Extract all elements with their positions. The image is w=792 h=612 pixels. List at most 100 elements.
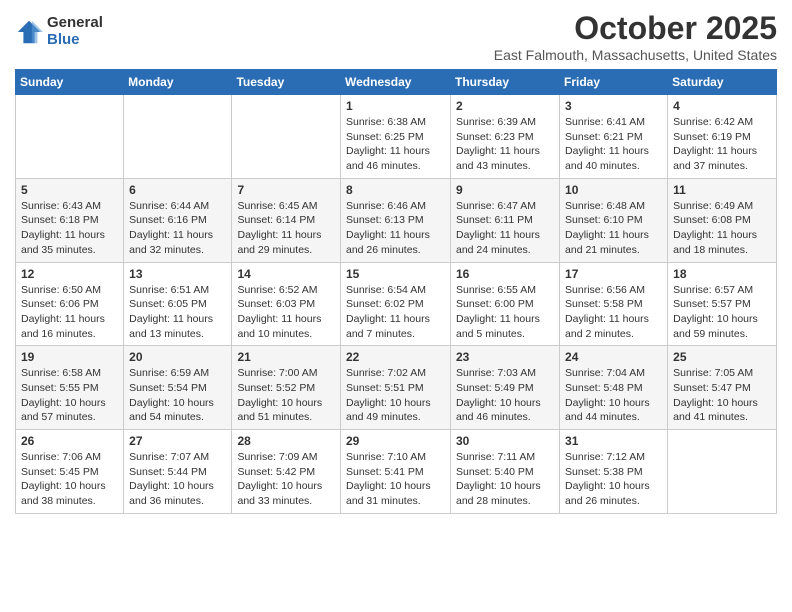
day-number: 12 xyxy=(21,267,118,281)
day-number: 31 xyxy=(565,434,662,448)
calendar-cell: 4 Sunrise: 6:42 AM Sunset: 6:19 PM Daylig… xyxy=(668,95,777,179)
day-info: Sunrise: 6:47 AM Sunset: 6:11 PM Dayligh… xyxy=(456,199,554,258)
day-number: 28 xyxy=(237,434,335,448)
day-number: 16 xyxy=(456,267,554,281)
day-number: 7 xyxy=(237,183,335,197)
day-number: 3 xyxy=(565,99,662,113)
location-text: East Falmouth, Massachusetts, United Sta… xyxy=(494,47,777,63)
day-info: Sunrise: 6:56 AM Sunset: 5:58 PM Dayligh… xyxy=(565,283,662,342)
calendar-week-row: 1 Sunrise: 6:38 AM Sunset: 6:25 PM Daylig… xyxy=(16,95,777,179)
day-info: Sunrise: 6:52 AM Sunset: 6:03 PM Dayligh… xyxy=(237,283,335,342)
calendar-cell xyxy=(16,95,124,179)
day-info: Sunrise: 7:04 AM Sunset: 5:48 PM Dayligh… xyxy=(565,366,662,425)
day-number: 26 xyxy=(21,434,118,448)
day-number: 19 xyxy=(21,350,118,364)
day-info: Sunrise: 7:10 AM Sunset: 5:41 PM Dayligh… xyxy=(346,450,445,509)
day-number: 27 xyxy=(129,434,226,448)
calendar-cell: 27 Sunrise: 7:07 AM Sunset: 5:44 PM Dayli… xyxy=(124,430,232,514)
calendar-week-row: 26 Sunrise: 7:06 AM Sunset: 5:45 PM Dayli… xyxy=(16,430,777,514)
day-info: Sunrise: 7:07 AM Sunset: 5:44 PM Dayligh… xyxy=(129,450,226,509)
logo: General Blue xyxy=(15,15,103,48)
day-info: Sunrise: 6:49 AM Sunset: 6:08 PM Dayligh… xyxy=(673,199,771,258)
calendar-cell: 3Sunrise: 6:41 AM Sunset: 6:21 PM Daylig… xyxy=(560,95,668,179)
calendar-cell: 26 Sunrise: 7:06 AM Sunset: 5:45 PM Dayli… xyxy=(16,430,124,514)
day-number: 4 xyxy=(673,99,771,113)
day-number: 17 xyxy=(565,267,662,281)
header-thursday: Thursday xyxy=(451,70,560,95)
day-info: Sunrise: 6:58 AM Sunset: 5:55 PM Dayligh… xyxy=(21,366,118,425)
day-number: 29 xyxy=(346,434,445,448)
calendar-cell xyxy=(232,95,341,179)
title-block: October 2025 East Falmouth, Massachusett… xyxy=(494,10,777,63)
day-number: 24 xyxy=(565,350,662,364)
calendar-cell: 7 Sunrise: 6:45 AM Sunset: 6:14 PM Daylig… xyxy=(232,178,341,262)
calendar-cell: 13Sunrise: 6:51 AM Sunset: 6:05 PM Dayli… xyxy=(124,262,232,346)
day-info: Sunrise: 6:57 AM Sunset: 5:57 PM Dayligh… xyxy=(673,283,771,342)
day-info: Sunrise: 6:59 AM Sunset: 5:54 PM Dayligh… xyxy=(129,366,226,425)
day-info: Sunrise: 6:48 AM Sunset: 6:10 PM Dayligh… xyxy=(565,199,662,258)
calendar-cell: 9 Sunrise: 6:47 AM Sunset: 6:11 PM Daylig… xyxy=(451,178,560,262)
calendar-cell: 19 Sunrise: 6:58 AM Sunset: 5:55 PM Dayli… xyxy=(16,346,124,430)
day-info: Sunrise: 6:55 AM Sunset: 6:00 PM Dayligh… xyxy=(456,283,554,342)
day-info: Sunrise: 7:11 AM Sunset: 5:40 PM Dayligh… xyxy=(456,450,554,509)
day-info: Sunrise: 6:54 AM Sunset: 6:02 PM Dayligh… xyxy=(346,283,445,342)
day-number: 1 xyxy=(346,99,445,113)
header-wednesday: Wednesday xyxy=(341,70,451,95)
header-sunday: Sunday xyxy=(16,70,124,95)
calendar-table: SundayMondayTuesdayWednesdayThursdayFrid… xyxy=(15,69,777,514)
header-friday: Friday xyxy=(560,70,668,95)
calendar-cell: 6Sunrise: 6:44 AM Sunset: 6:16 PM Daylig… xyxy=(124,178,232,262)
calendar-cell: 25 Sunrise: 7:05 AM Sunset: 5:47 PM Dayli… xyxy=(668,346,777,430)
day-info: Sunrise: 6:42 AM Sunset: 6:19 PM Dayligh… xyxy=(673,115,771,174)
calendar-week-row: 12 Sunrise: 6:50 AM Sunset: 6:06 PM Dayli… xyxy=(16,262,777,346)
header-saturday: Saturday xyxy=(668,70,777,95)
day-number: 22 xyxy=(346,350,445,364)
calendar-cell: 5Sunrise: 6:43 AM Sunset: 6:18 PM Daylig… xyxy=(16,178,124,262)
day-number: 14 xyxy=(237,267,335,281)
day-number: 9 xyxy=(456,183,554,197)
day-info: Sunrise: 7:12 AM Sunset: 5:38 PM Dayligh… xyxy=(565,450,662,509)
day-info: Sunrise: 6:46 AM Sunset: 6:13 PM Dayligh… xyxy=(346,199,445,258)
day-number: 2 xyxy=(456,99,554,113)
calendar-cell: 21Sunrise: 7:00 AM Sunset: 5:52 PM Dayli… xyxy=(232,346,341,430)
calendar-cell: 16 Sunrise: 6:55 AM Sunset: 6:00 PM Dayli… xyxy=(451,262,560,346)
day-number: 25 xyxy=(673,350,771,364)
calendar-cell xyxy=(124,95,232,179)
day-number: 5 xyxy=(21,183,118,197)
calendar-header-row: SundayMondayTuesdayWednesdayThursdayFrid… xyxy=(16,70,777,95)
calendar-cell xyxy=(668,430,777,514)
header-monday: Monday xyxy=(124,70,232,95)
day-number: 11 xyxy=(673,183,771,197)
calendar-cell: 1 Sunrise: 6:38 AM Sunset: 6:25 PM Daylig… xyxy=(341,95,451,179)
month-title: October 2025 xyxy=(494,10,777,47)
day-info: Sunrise: 7:05 AM Sunset: 5:47 PM Dayligh… xyxy=(673,366,771,425)
calendar-cell: 28Sunrise: 7:09 AM Sunset: 5:42 PM Dayli… xyxy=(232,430,341,514)
day-info: Sunrise: 6:50 AM Sunset: 6:06 PM Dayligh… xyxy=(21,283,118,342)
day-number: 20 xyxy=(129,350,226,364)
logo-general-text: General xyxy=(47,15,103,32)
day-number: 23 xyxy=(456,350,554,364)
day-info: Sunrise: 6:45 AM Sunset: 6:14 PM Dayligh… xyxy=(237,199,335,258)
header-tuesday: Tuesday xyxy=(232,70,341,95)
day-info: Sunrise: 7:02 AM Sunset: 5:51 PM Dayligh… xyxy=(346,366,445,425)
calendar-cell: 12 Sunrise: 6:50 AM Sunset: 6:06 PM Dayli… xyxy=(16,262,124,346)
day-info: Sunrise: 7:06 AM Sunset: 5:45 PM Dayligh… xyxy=(21,450,118,509)
header: General Blue October 2025 East Falmouth,… xyxy=(15,10,777,63)
calendar-cell: 24 Sunrise: 7:04 AM Sunset: 5:48 PM Dayli… xyxy=(560,346,668,430)
day-number: 6 xyxy=(129,183,226,197)
day-info: Sunrise: 6:39 AM Sunset: 6:23 PM Dayligh… xyxy=(456,115,554,174)
day-number: 8 xyxy=(346,183,445,197)
calendar-cell: 18Sunrise: 6:57 AM Sunset: 5:57 PM Dayli… xyxy=(668,262,777,346)
calendar-cell: 2 Sunrise: 6:39 AM Sunset: 6:23 PM Daylig… xyxy=(451,95,560,179)
calendar-week-row: 5Sunrise: 6:43 AM Sunset: 6:18 PM Daylig… xyxy=(16,178,777,262)
calendar-cell: 23 Sunrise: 7:03 AM Sunset: 5:49 PM Dayli… xyxy=(451,346,560,430)
logo-blue-text: Blue xyxy=(47,32,103,49)
calendar-cell: 17 Sunrise: 6:56 AM Sunset: 5:58 PM Dayli… xyxy=(560,262,668,346)
day-info: Sunrise: 7:03 AM Sunset: 5:49 PM Dayligh… xyxy=(456,366,554,425)
day-info: Sunrise: 6:38 AM Sunset: 6:25 PM Dayligh… xyxy=(346,115,445,174)
day-number: 15 xyxy=(346,267,445,281)
calendar-cell: 31 Sunrise: 7:12 AM Sunset: 5:38 PM Dayli… xyxy=(560,430,668,514)
calendar-cell: 30Sunrise: 7:11 AM Sunset: 5:40 PM Dayli… xyxy=(451,430,560,514)
calendar-cell: 15 Sunrise: 6:54 AM Sunset: 6:02 PM Dayli… xyxy=(341,262,451,346)
day-info: Sunrise: 7:00 AM Sunset: 5:52 PM Dayligh… xyxy=(237,366,335,425)
